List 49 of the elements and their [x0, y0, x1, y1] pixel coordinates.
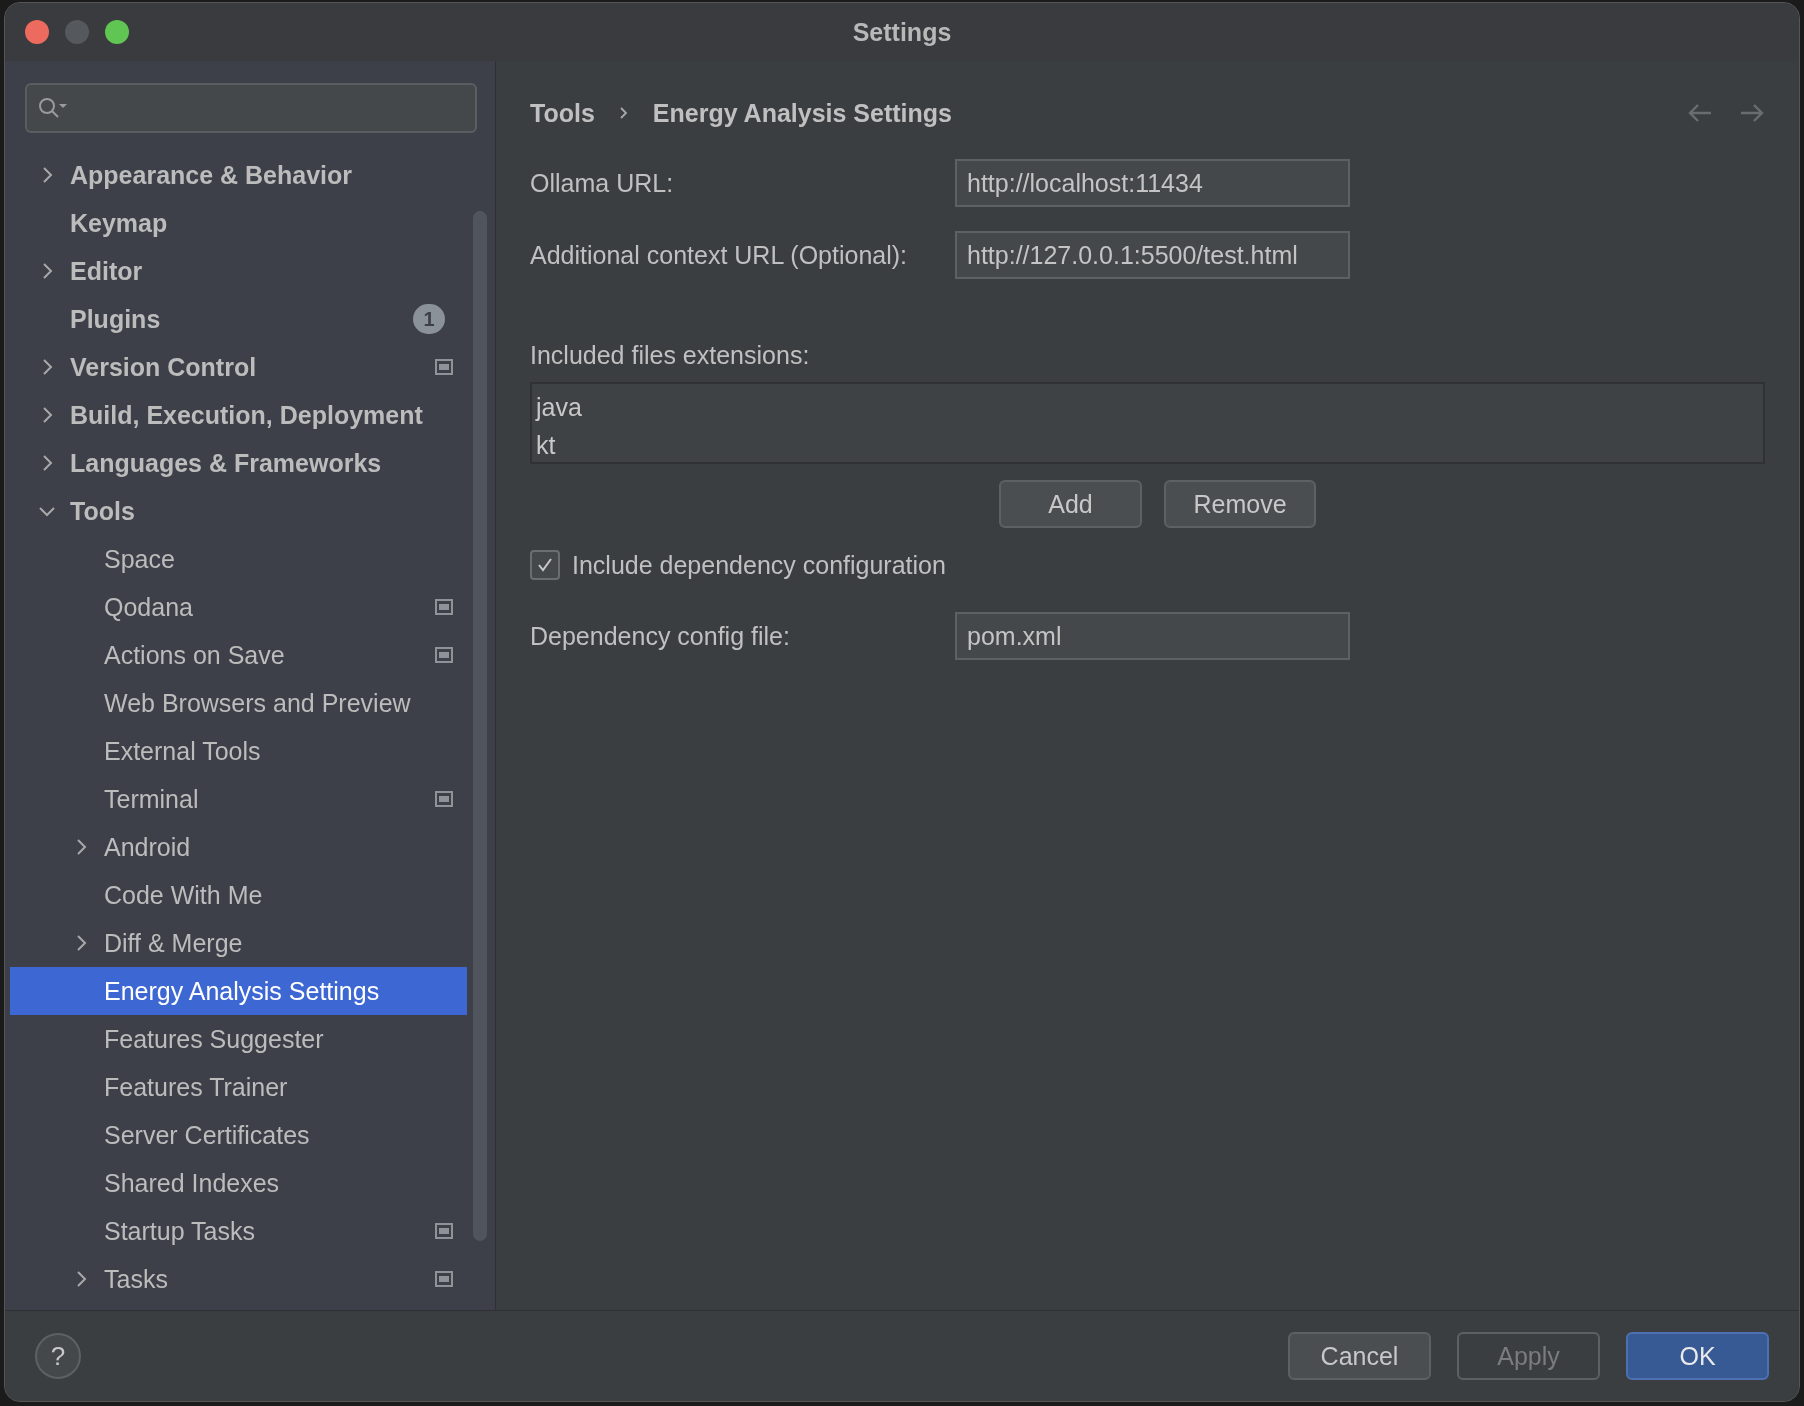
cancel-button[interactable]: Cancel [1288, 1332, 1431, 1380]
tree-item[interactable]: Editor [10, 247, 467, 295]
field-label: Additional context URL (Optional): [530, 240, 909, 270]
list-item[interactable]: kt [536, 426, 556, 464]
count-badge: 1 [413, 304, 445, 334]
list-item[interactable]: java [536, 388, 582, 426]
text-field[interactable]: http://127.0.0.1:5500/test.html [955, 231, 1350, 279]
tree-item[interactable]: Diff & Merge [10, 919, 467, 967]
add-button[interactable]: Add [999, 480, 1142, 528]
tree-item[interactable]: Languages & Frameworks [10, 439, 467, 487]
remove-button[interactable]: Remove [1164, 480, 1316, 528]
zoom-button[interactable] [105, 20, 129, 44]
tree-item[interactable]: Server Certificates [10, 1111, 467, 1159]
close-button[interactable] [25, 20, 49, 44]
checkmark-icon [536, 556, 554, 574]
tree-item[interactable]: Startup Tasks [10, 1207, 467, 1255]
checkbox-label: Include dependency configuration [572, 550, 946, 580]
text-field[interactable]: http://localhost:11434 [955, 159, 1350, 207]
tree-item[interactable]: Code With Me [10, 871, 467, 919]
search-icon [37, 96, 69, 120]
ok-button[interactable]: OK [1626, 1332, 1769, 1380]
tree-item[interactable]: Build, Execution, Deployment [10, 391, 467, 439]
field-label: Dependency config file: [530, 621, 791, 651]
tree-item[interactable]: Features Trainer [10, 1063, 467, 1111]
section-label: Included files extensions: [530, 341, 811, 370]
tree-item[interactable]: Tasks [10, 1255, 467, 1303]
tree-item[interactable]: Terminal [10, 775, 467, 823]
tree-item[interactable]: Shared Indexes [10, 1159, 467, 1207]
breadcrumb-item: Energy Analysis Settings [652, 98, 952, 128]
search-field[interactable] [25, 83, 477, 133]
tree-item[interactable]: Space [10, 535, 467, 583]
tree-item[interactable]: Plugins 1 [10, 295, 467, 343]
tree-item[interactable]: Android [10, 823, 467, 871]
tree-item[interactable]: Features Suggester [10, 1015, 467, 1063]
tree-item[interactable]: Appearance & Behavior [10, 151, 467, 199]
tree-item[interactable]: Energy Analysis Settings [10, 967, 467, 1015]
tree-item[interactable]: Version Control [10, 343, 467, 391]
window-title: Settings [852, 17, 952, 47]
tree-item[interactable]: Actions on Save [10, 631, 467, 679]
tree-item[interactable]: Qodana [10, 583, 467, 631]
text-field[interactable]: pom.xml [955, 612, 1350, 660]
breadcrumb-item[interactable]: Tools [530, 98, 595, 128]
field-label: Ollama URL: [530, 168, 675, 198]
checkbox[interactable] [530, 550, 560, 580]
tree-item[interactable]: Web Browsers and Preview [10, 679, 467, 727]
help-button[interactable]: ? [35, 1333, 81, 1379]
tree-item[interactable]: External Tools [10, 727, 467, 775]
tree-item[interactable]: Tools [10, 487, 467, 535]
tree-item[interactable]: Keymap [10, 199, 467, 247]
